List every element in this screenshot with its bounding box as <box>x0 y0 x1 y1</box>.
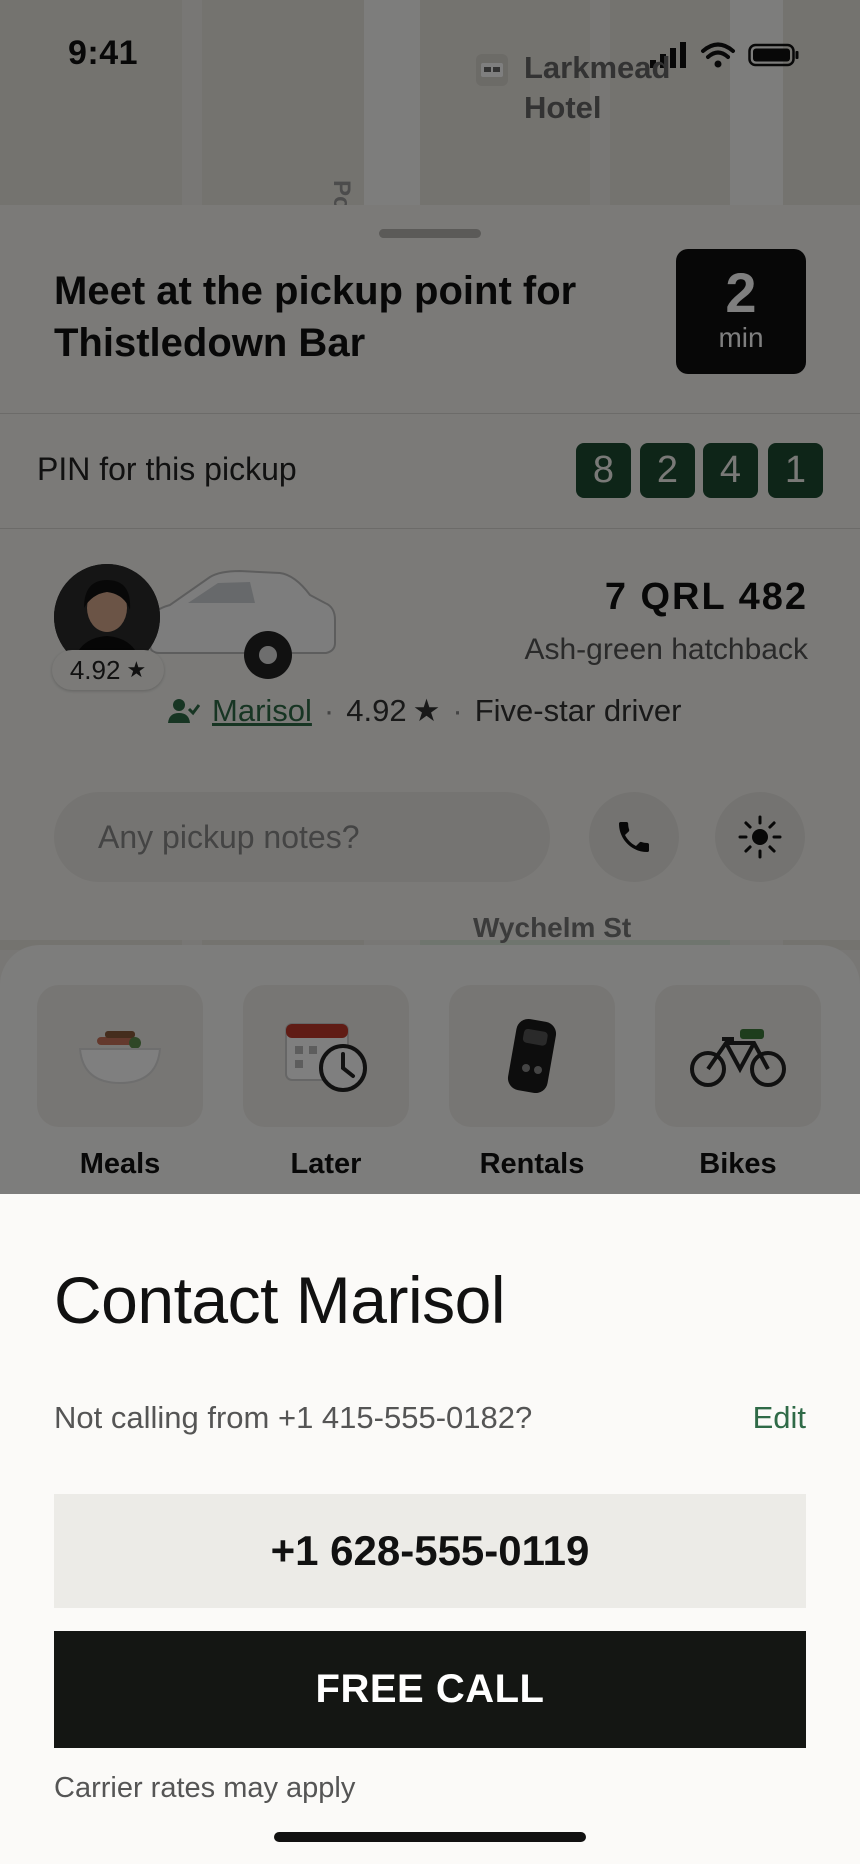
not-calling-text: Not calling from +1 415-555-0182? <box>54 1400 533 1435</box>
driver-phone-number[interactable]: +1 628-555-0119 <box>54 1494 806 1608</box>
contact-title: Contact Marisol <box>54 1263 506 1337</box>
edit-number-link[interactable]: Edit <box>753 1400 806 1436</box>
free-call-button[interactable]: FREE CALL <box>54 1631 806 1748</box>
carrier-rates-note: Carrier rates may apply <box>54 1772 356 1804</box>
modal-scrim[interactable] <box>0 0 860 1194</box>
home-indicator[interactable] <box>274 1832 586 1842</box>
